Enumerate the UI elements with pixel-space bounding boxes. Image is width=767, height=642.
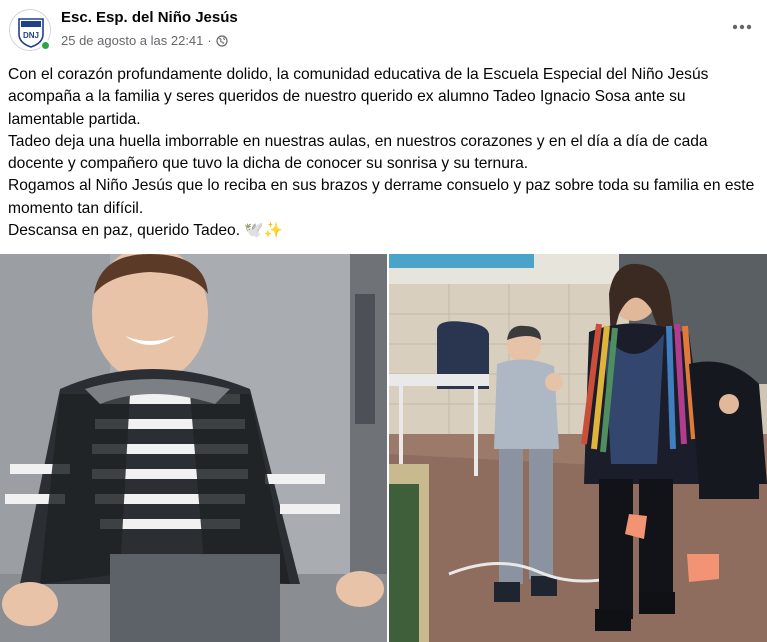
post-header: DNJ Esc. Esp. del Niño Jesús 25 de agost… <box>0 0 767 60</box>
post-paragraph: Rogamos al Niño Jesús que lo reciba en s… <box>8 177 755 217</box>
post-paragraph: Tadeo deja una huella imborrable en nues… <box>8 132 708 173</box>
globe-icon[interactable] <box>216 34 228 47</box>
more-options-button[interactable] <box>725 12 759 42</box>
more-options-icon <box>732 24 752 30</box>
page-name-link[interactable]: Esc. Esp. del Niño Jesús <box>61 9 238 26</box>
post-paragraph: Con el corazón profundamente dolido, la … <box>8 66 709 128</box>
post-timestamp[interactable]: 25 de agosto a las 22:41 <box>61 33 203 48</box>
online-status-dot <box>40 40 51 51</box>
meta-separator: · <box>207 33 212 48</box>
logo-text: DNJ <box>23 31 39 40</box>
post-body-text: Con el corazón profundamente dolido, la … <box>8 64 760 242</box>
photo-child-striped-sweater[interactable] <box>0 254 387 642</box>
post-paragraph: Descansa en paz, querido Tadeo. 🕊️✨ <box>8 222 284 240</box>
post-photos <box>0 254 767 642</box>
photo-classroom-walk[interactable] <box>389 254 767 642</box>
post-meta: 25 de agosto a las 22:41 · <box>61 33 228 48</box>
